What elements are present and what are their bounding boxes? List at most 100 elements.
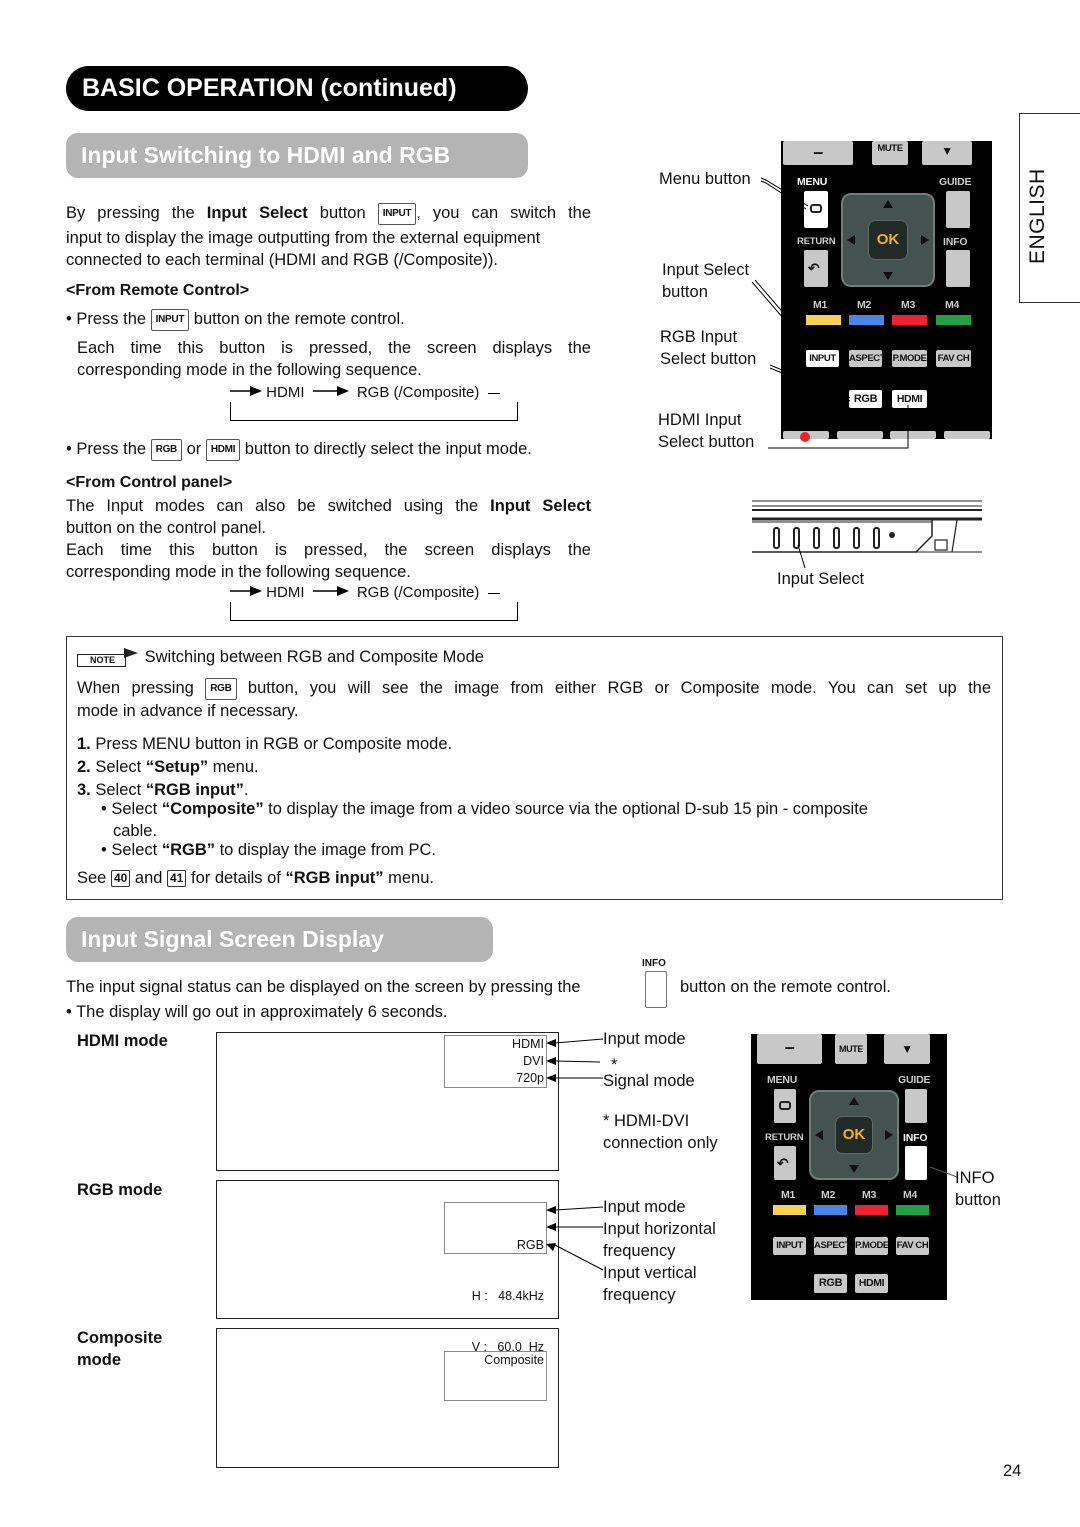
m4-label: M4 <box>945 299 960 311</box>
composite-mode-label-2: mode <box>77 1351 122 1369</box>
input-key-icon: INPUT <box>377 202 417 225</box>
sequence-item-rgb: RGB (/Composite) <box>356 584 480 601</box>
pmode-button: P.MODE <box>892 350 927 367</box>
input-key-icon: INPUT <box>150 308 190 331</box>
return-button: ↶ <box>774 1146 796 1180</box>
input-button: INPUT <box>773 1237 806 1255</box>
page-ref-link[interactable]: 40 <box>110 870 131 888</box>
text-bold: Input Select <box>206 204 308 222</box>
callout-rgb-input-1: RGB Input <box>660 328 738 346</box>
text-bold: Input Select <box>490 497 591 515</box>
section2-bullet: • The display will go out in approximate… <box>66 1003 448 1021</box>
sequence-item-hdmi: HDMI <box>266 584 305 601</box>
sequence-item-rgb: RGB (/Composite) <box>356 384 480 401</box>
remote-desc-line-2: corresponding mode in the following sequ… <box>77 361 422 379</box>
step-text: Select <box>95 758 146 776</box>
rgb-button: RGB <box>849 390 882 408</box>
favch-button: FAV CH <box>896 1237 929 1255</box>
arrow-left-icon <box>815 1130 823 1140</box>
arrow-right-icon <box>312 584 349 601</box>
callout-input-select-2: button <box>662 283 708 301</box>
page-banner-title: BASIC OPERATION (continued) <box>66 66 528 111</box>
text: and <box>134 869 163 887</box>
arrow-left-icon <box>847 235 855 245</box>
rgb-key-icon: RGB <box>205 677 237 700</box>
menu-label: MENU <box>797 176 828 188</box>
info-label: INFO <box>903 1132 928 1144</box>
dpad: OK <box>841 193 935 287</box>
return-icon: ↶ <box>777 1155 789 1171</box>
panel-line-1: The Input modes can also be switched usi… <box>66 495 591 517</box>
aspect-button: ASPECT <box>814 1237 851 1255</box>
composite-osd: Composite <box>444 1351 547 1401</box>
hdmi-button: HDMI <box>855 1274 888 1293</box>
rgb-osd: RGB H : 48.4kHz V : 60.0 Hz <box>444 1202 547 1354</box>
hdmi-footnote-1: * HDMI-DVI <box>603 1112 690 1130</box>
mute-button: MUTE <box>872 141 908 165</box>
info-button <box>946 250 970 287</box>
step-text-bold: “Setup” <box>145 758 209 776</box>
page-number: 24 <box>1003 1462 1022 1480</box>
osd-h-frequency: H : 48.4kHz <box>471 1289 544 1303</box>
step-number: 1. <box>77 735 91 753</box>
callout-hdmi-signal-mode: Signal mode <box>603 1072 695 1090</box>
note-step-2: 2. Select “Setup” menu. <box>77 756 259 778</box>
channel-down-button: ▼ <box>922 141 972 165</box>
pause-button <box>837 431 883 439</box>
page-ref-link[interactable]: 41 <box>167 870 187 888</box>
m2-label: M2 <box>821 1189 836 1201</box>
text-bold: “RGB” <box>161 841 215 859</box>
hdmi-osd: HDMI DVI 720p <box>444 1035 547 1088</box>
text: The Input modes can also be switched usi… <box>66 497 479 515</box>
intro-line-3: connected to each terminal (HDMI and RGB… <box>66 251 498 269</box>
panel-line-4: corresponding mode in the following sequ… <box>66 563 411 581</box>
ok-button: OK <box>868 220 908 260</box>
callout-v-frequency-2: frequency <box>603 1286 676 1304</box>
sequence-return-dash <box>487 592 500 594</box>
arrow-right-icon <box>885 1130 893 1140</box>
info-label: INFO <box>943 236 968 248</box>
return-button: ↶ <box>804 250 828 287</box>
ok-button: OK <box>835 1116 873 1154</box>
language-tab-label: ENGLISH <box>1026 168 1049 264</box>
section-title-input-switching: Input Switching to HDMI and RGB <box>66 133 528 178</box>
note-see-pages: See 40 and 41 for details of “RGB input”… <box>77 867 434 889</box>
text: button <box>319 204 366 222</box>
callout-hdmi-input-2: Select button <box>658 433 755 451</box>
text: • Select <box>101 800 162 818</box>
hdmi-button: HDMI <box>892 390 927 408</box>
callout-menu-button: Menu button <box>659 170 751 188</box>
callout-info-button-2: button <box>955 1191 1001 1209</box>
menu-icon <box>810 204 822 213</box>
panel-line-2: button on the control panel. <box>66 519 266 537</box>
text: button on the remote control. <box>193 310 405 328</box>
info-key-icon <box>645 971 667 1008</box>
m1-color-button <box>773 1205 806 1215</box>
input-button: INPUT <box>806 350 839 367</box>
text: for details of <box>190 869 281 887</box>
arrow-right-icon <box>921 235 929 245</box>
hdmi-footnote-2: connection only <box>603 1134 718 1152</box>
step-text: . <box>243 781 249 799</box>
note-title: Switching between RGB and Composite Mode <box>144 648 484 666</box>
callout-input-select-1: Input Select <box>662 261 750 279</box>
stop-button <box>944 431 990 439</box>
step-number: 2. <box>77 758 91 776</box>
volume-down-button: – <box>757 1034 822 1064</box>
text: button to directly select the input mode… <box>244 440 532 458</box>
text-bold: “Composite” <box>161 800 264 818</box>
text: The input signal status can be displayed… <box>66 978 581 996</box>
m3-color-button <box>855 1205 888 1215</box>
return-label: RETURN <box>765 1132 804 1143</box>
panel-line-3: Each time this button is pressed, the sc… <box>66 541 591 559</box>
section2-intro-post: button on the remote control. <box>680 978 891 996</box>
guide-button <box>946 191 970 228</box>
arrow-right-icon <box>312 384 349 401</box>
text: • Press the <box>66 310 147 328</box>
text: • Select <box>101 841 162 859</box>
text: By pressing the <box>66 204 195 222</box>
guide-label: GUIDE <box>939 176 972 188</box>
remote-desc-line-1: Each time this button is pressed, the sc… <box>77 339 591 357</box>
m1-label: M1 <box>781 1189 796 1201</box>
intro-line-2: input to display the image outputting fr… <box>66 229 541 247</box>
